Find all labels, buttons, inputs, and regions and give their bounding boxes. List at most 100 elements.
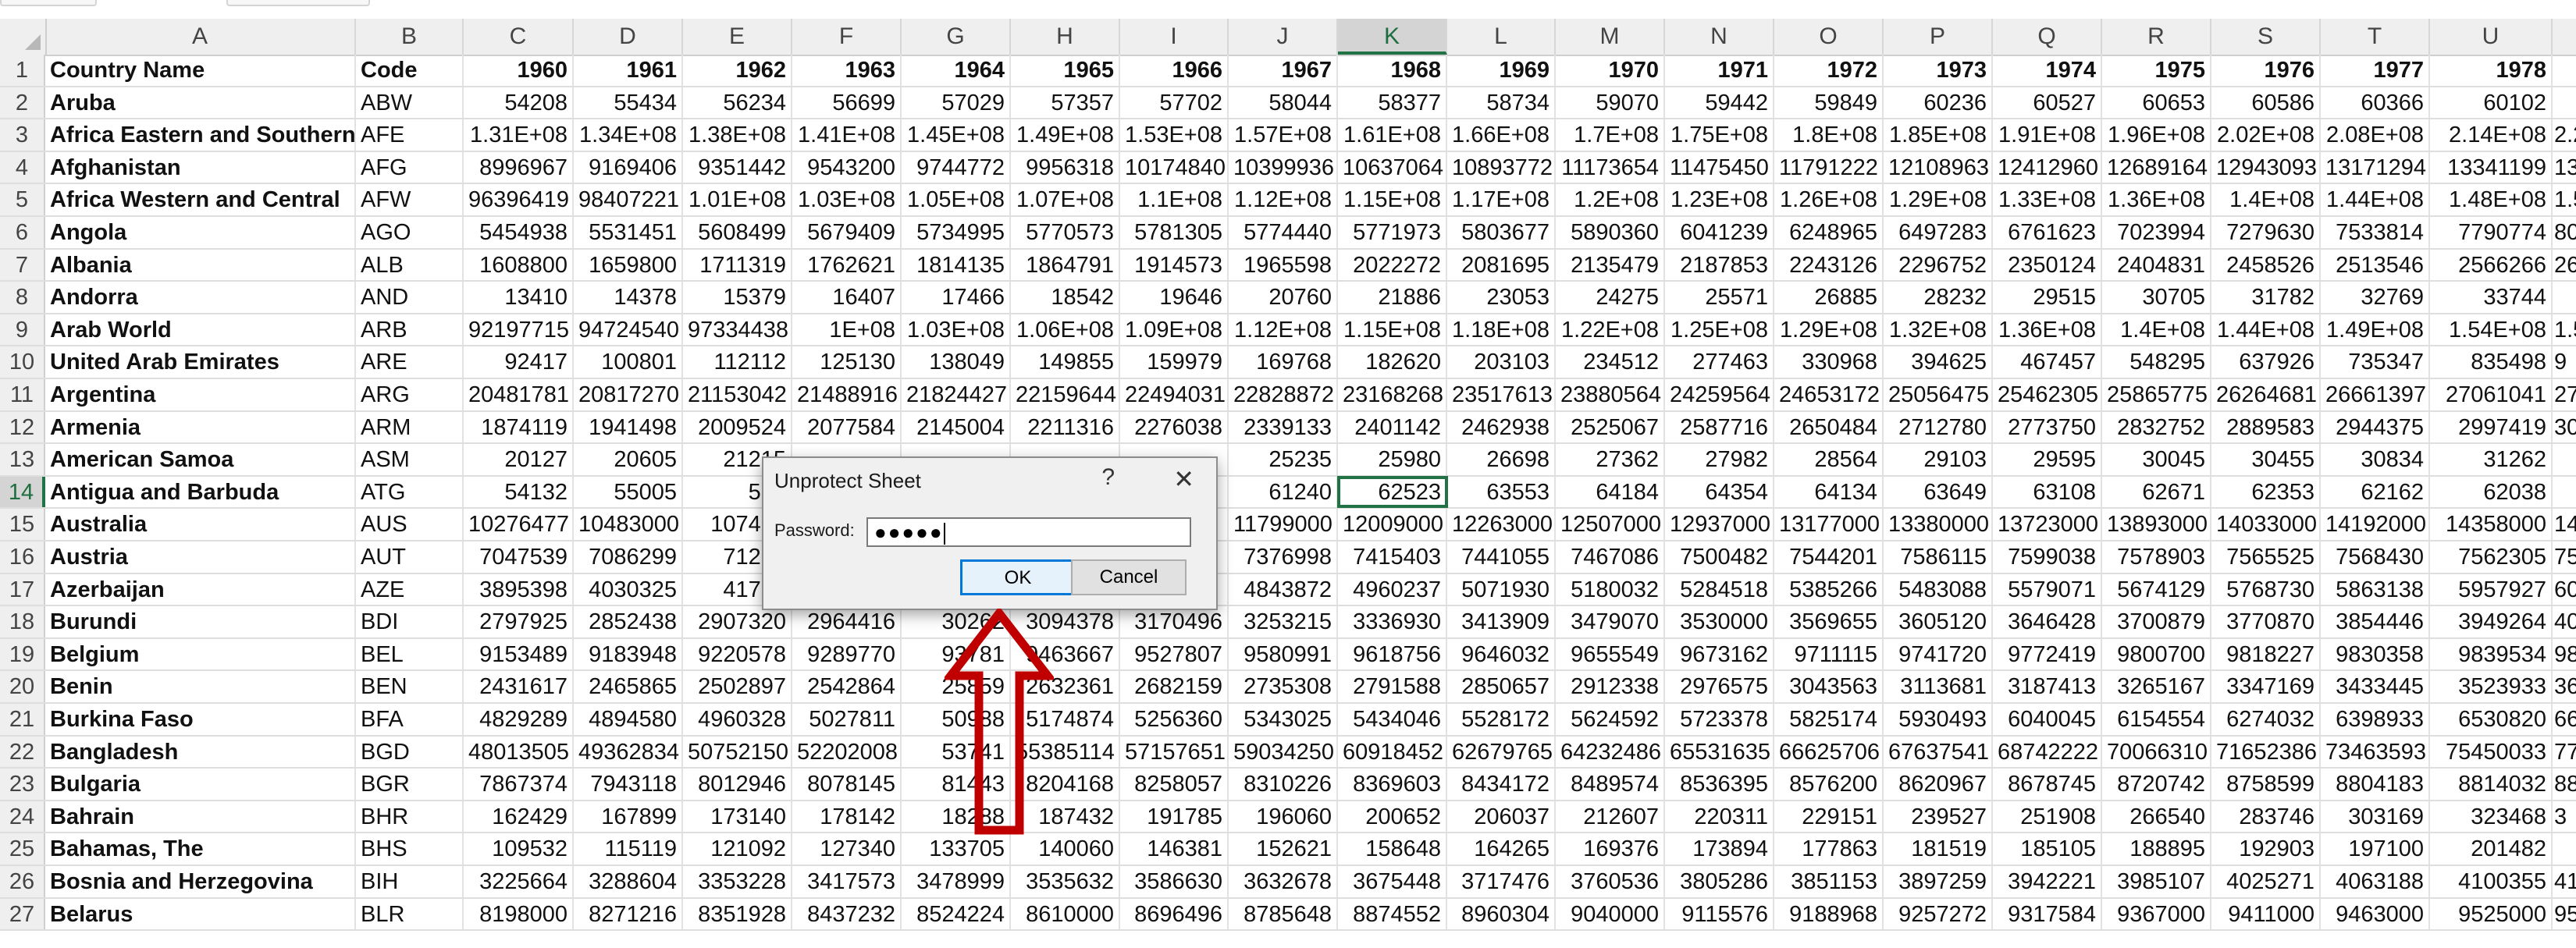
population-cell[interactable]: 57029 bbox=[902, 87, 1011, 119]
population-cell[interactable]: 56699 bbox=[792, 87, 902, 119]
population-cell[interactable]: 26264681 bbox=[2211, 379, 2321, 410]
population-cell[interactable]: 24653172 bbox=[1774, 379, 1884, 410]
population-cell[interactable]: 2525067 bbox=[1556, 411, 1665, 443]
country-name-cell[interactable]: Country Name bbox=[45, 55, 356, 86]
population-cell[interactable]: 203103 bbox=[1447, 346, 1556, 378]
country-name-cell[interactable]: Angola bbox=[45, 217, 356, 248]
population-cell[interactable]: 7279630 bbox=[2211, 217, 2321, 248]
column-header-g[interactable]: G bbox=[902, 19, 1011, 55]
population-cell[interactable]: 23517613 bbox=[1447, 379, 1556, 410]
population-cell[interactable]: 1874119 bbox=[464, 411, 574, 443]
population-cell[interactable]: 9618756 bbox=[1338, 638, 1447, 670]
overflow-cell[interactable] bbox=[2553, 477, 2576, 508]
country-code-cell[interactable]: BGR bbox=[356, 769, 464, 800]
overflow-cell[interactable]: 30 bbox=[2553, 412, 2576, 443]
population-cell[interactable]: 3717476 bbox=[1447, 866, 1556, 897]
population-cell[interactable]: 5608499 bbox=[683, 217, 792, 248]
population-cell[interactable]: 1971 bbox=[1665, 55, 1774, 86]
overflow-cell[interactable]: 80 bbox=[2553, 217, 2576, 248]
population-cell[interactable]: 6530820 bbox=[2430, 704, 2553, 735]
population-cell[interactable]: 8696496 bbox=[1120, 898, 1229, 930]
population-cell[interactable]: 4063188 bbox=[2321, 866, 2430, 897]
population-cell[interactable]: 2502897 bbox=[683, 671, 792, 702]
population-cell[interactable]: 173894 bbox=[1665, 833, 1774, 865]
population-cell[interactable]: 2997419 bbox=[2430, 411, 2553, 443]
country-name-cell[interactable]: Belgium bbox=[45, 638, 356, 670]
column-header-k[interactable]: K bbox=[1338, 19, 1447, 55]
population-cell[interactable]: 7565525 bbox=[2211, 541, 2321, 573]
population-cell[interactable]: 1.85E+08 bbox=[1884, 119, 1993, 151]
population-cell[interactable]: 3949264 bbox=[2430, 606, 2553, 637]
population-cell[interactable]: 5483088 bbox=[1884, 573, 1993, 605]
population-cell[interactable]: 1965 bbox=[1011, 55, 1120, 86]
overflow-cell[interactable]: 1.5 bbox=[2553, 314, 2576, 346]
population-cell[interactable]: 3353228 bbox=[683, 866, 792, 897]
population-cell[interactable]: 127340 bbox=[792, 833, 902, 865]
population-cell[interactable]: 10399936 bbox=[1229, 151, 1338, 183]
population-cell[interactable]: 5770573 bbox=[1011, 217, 1120, 248]
population-cell[interactable]: 1.07E+08 bbox=[1011, 184, 1120, 215]
country-name-cell[interactable]: Aruba bbox=[45, 87, 356, 119]
population-cell[interactable]: 27362 bbox=[1556, 444, 1665, 475]
population-cell[interactable]: 59034250 bbox=[1229, 736, 1338, 768]
cancel-button[interactable]: Cancel bbox=[1071, 559, 1187, 595]
population-cell[interactable]: 220311 bbox=[1665, 801, 1774, 833]
population-cell[interactable]: 29595 bbox=[1993, 444, 2102, 475]
overflow-cell[interactable] bbox=[2553, 444, 2576, 475]
population-cell[interactable]: 5343025 bbox=[1229, 704, 1338, 735]
population-cell[interactable]: 2912338 bbox=[1556, 671, 1665, 702]
population-cell[interactable]: 1966 bbox=[1120, 55, 1229, 86]
population-cell[interactable]: 2964416 bbox=[792, 606, 902, 637]
population-cell[interactable]: 1.49E+08 bbox=[1011, 119, 1120, 151]
population-cell[interactable]: 5774440 bbox=[1229, 217, 1338, 248]
population-cell[interactable]: 62523 bbox=[1337, 475, 1448, 509]
population-cell[interactable]: 1963 bbox=[792, 55, 902, 86]
population-cell[interactable]: 3632678 bbox=[1229, 866, 1338, 897]
population-cell[interactable]: 9830358 bbox=[2321, 638, 2430, 670]
population-cell[interactable]: 8369603 bbox=[1338, 769, 1447, 800]
population-cell[interactable]: 63108 bbox=[1993, 476, 2102, 508]
population-cell[interactable]: 5863138 bbox=[2321, 573, 2430, 605]
population-cell[interactable]: 12937000 bbox=[1665, 509, 1774, 540]
population-cell[interactable]: 2735308 bbox=[1229, 671, 1338, 702]
row-number[interactable]: 8 bbox=[0, 282, 45, 313]
population-cell[interactable]: 62162 bbox=[2321, 476, 2430, 508]
population-cell[interactable]: 8804183 bbox=[2321, 769, 2430, 800]
population-cell[interactable]: 7047539 bbox=[464, 541, 574, 573]
population-cell[interactable]: 1973 bbox=[1884, 55, 1993, 86]
population-cell[interactable]: 25056475 bbox=[1884, 379, 1993, 410]
country-name-cell[interactable]: Bosnia and Herzegovina bbox=[45, 866, 356, 897]
row-number[interactable]: 19 bbox=[0, 638, 45, 670]
population-cell[interactable]: 125130 bbox=[792, 346, 902, 378]
population-cell[interactable]: 60102 bbox=[2430, 87, 2553, 119]
population-cell[interactable]: 3413909 bbox=[1447, 606, 1556, 637]
population-cell[interactable]: 191785 bbox=[1120, 801, 1229, 833]
population-cell[interactable]: 1.33E+08 bbox=[1993, 184, 2102, 215]
population-cell[interactable]: 8960304 bbox=[1447, 898, 1556, 930]
population-cell[interactable]: 3854446 bbox=[2321, 606, 2430, 637]
population-cell[interactable]: 185105 bbox=[1993, 833, 2102, 865]
population-cell[interactable]: 25462305 bbox=[1993, 379, 2102, 410]
population-cell[interactable]: 73463593 bbox=[2321, 736, 2430, 768]
population-cell[interactable]: 2542864 bbox=[792, 671, 902, 702]
country-code-cell[interactable]: ABW bbox=[356, 87, 464, 119]
row-number[interactable]: 24 bbox=[0, 801, 45, 833]
country-name-cell[interactable]: Argentina bbox=[45, 379, 356, 410]
population-cell[interactable]: 5679409 bbox=[792, 217, 902, 248]
country-code-cell[interactable]: ALB bbox=[356, 249, 464, 281]
population-cell[interactable]: 3700879 bbox=[2102, 606, 2211, 637]
population-cell[interactable]: 21488916 bbox=[792, 379, 902, 410]
population-cell[interactable]: 62038 bbox=[2430, 476, 2553, 508]
population-cell[interactable]: 323468 bbox=[2430, 801, 2553, 833]
population-cell[interactable]: 162429 bbox=[464, 801, 574, 833]
population-cell[interactable]: 59442 bbox=[1665, 87, 1774, 119]
population-cell[interactable]: 13380000 bbox=[1884, 509, 1993, 540]
population-cell[interactable]: 9580991 bbox=[1229, 638, 1338, 670]
population-cell[interactable]: 13171294 bbox=[2321, 151, 2430, 183]
population-cell[interactable]: 30834 bbox=[2321, 444, 2430, 475]
population-cell[interactable]: 1.8E+08 bbox=[1774, 119, 1884, 151]
population-cell[interactable]: 9220578 bbox=[683, 638, 792, 670]
population-cell[interactable]: 3675448 bbox=[1338, 866, 1447, 897]
column-header-d[interactable]: D bbox=[574, 19, 683, 55]
population-cell[interactable]: 5768730 bbox=[2211, 573, 2321, 605]
